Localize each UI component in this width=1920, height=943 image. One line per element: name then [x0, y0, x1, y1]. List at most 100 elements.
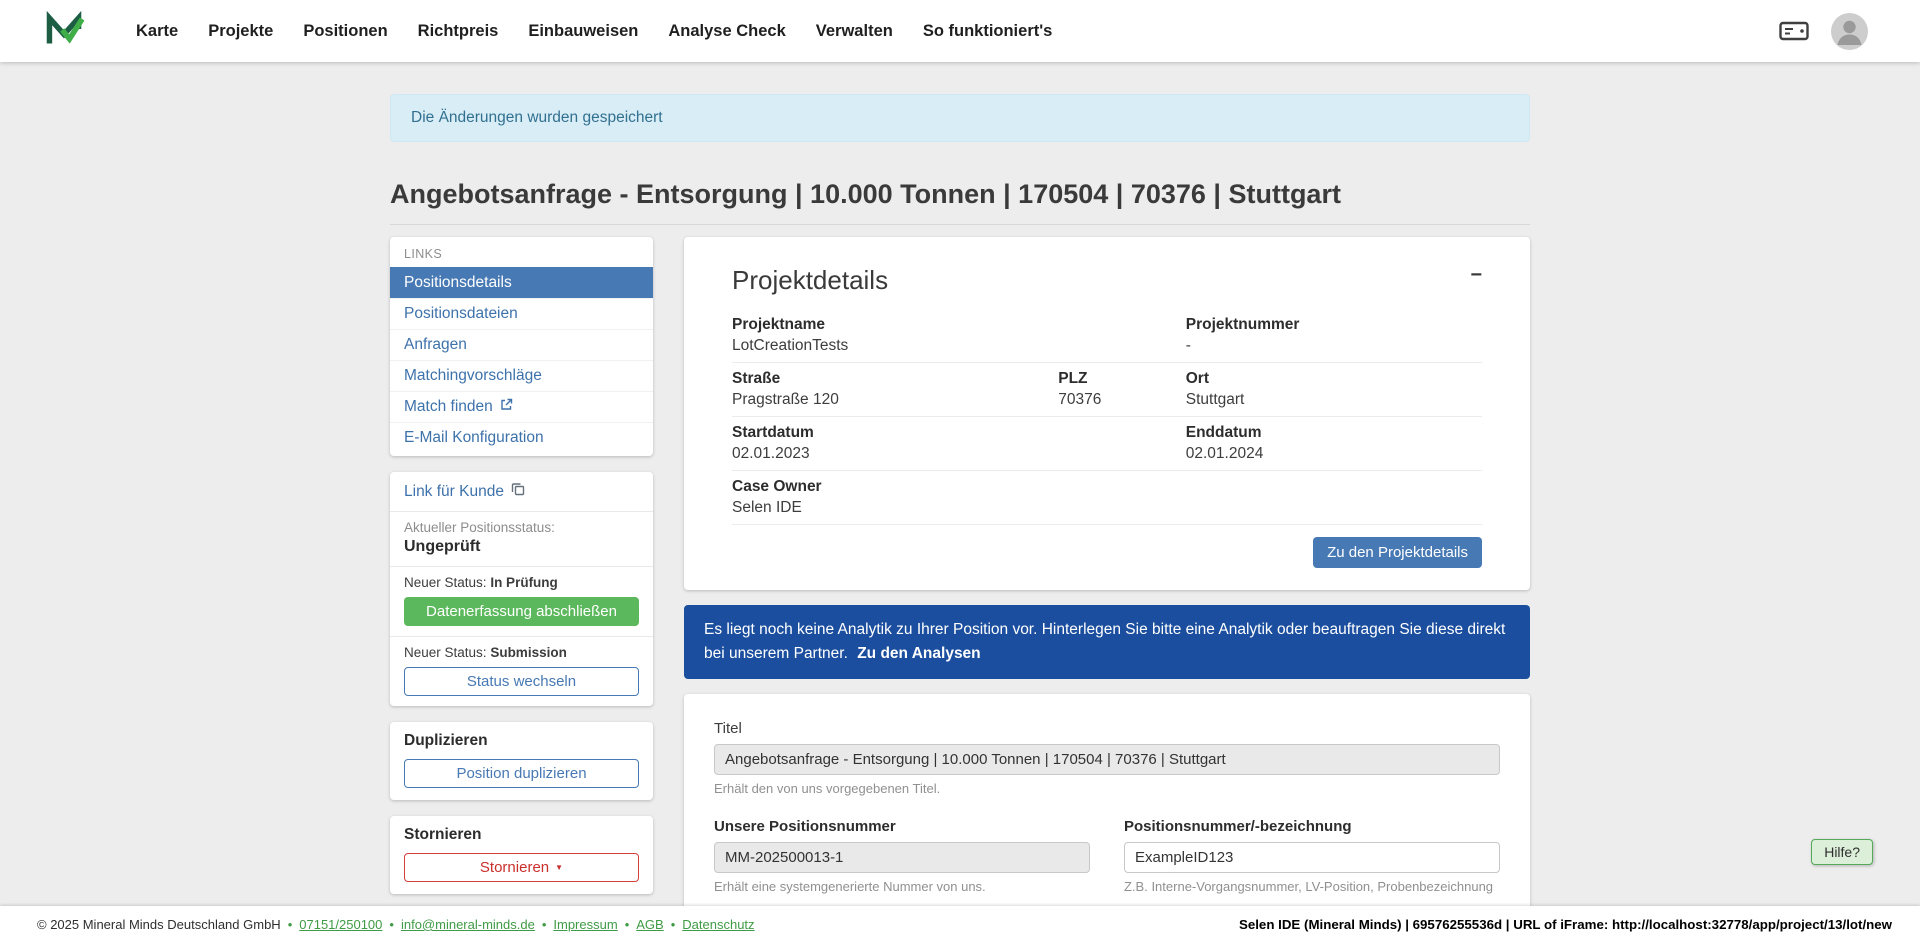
title-field: [714, 744, 1500, 775]
field-label: Enddatum: [1186, 423, 1482, 442]
sidebar-item-positionsdetails[interactable]: Positionsdetails: [390, 267, 653, 298]
nav-item-analyse-check[interactable]: Analyse Check: [668, 22, 785, 41]
field-label: Case Owner: [732, 477, 1058, 496]
project-row-2: Straße Pragstraße 120 PLZ 70376 Ort Stut…: [732, 363, 1482, 417]
nav-item-so-funktionierts[interactable]: So funktioniert's: [923, 22, 1053, 41]
complete-data-entry-button[interactable]: Datenerfassung abschließen: [404, 597, 639, 626]
field-value: 02.01.2023: [732, 444, 1058, 463]
page-title: Angebotsanfrage - Entsorgung | 10.000 To…: [390, 178, 1530, 210]
footer-session-details: (Mineral Minds) | 69576255536d | URL of …: [1304, 917, 1892, 932]
change-status-button[interactable]: Status wechseln: [404, 667, 639, 696]
field-label: Ort: [1186, 369, 1482, 388]
next-status-line-1: Neuer Status: In Prüfung: [404, 575, 639, 590]
footer-link-agb[interactable]: AGB: [618, 917, 664, 932]
footer-link-impressum[interactable]: Impressum: [535, 917, 618, 932]
customer-link[interactable]: Link für Kunde: [404, 480, 525, 501]
cancel-dropdown-button[interactable]: Stornieren ▼: [404, 853, 639, 882]
help-button[interactable]: Hilfe?: [1811, 839, 1873, 865]
sidebar-item-anfragen[interactable]: Anfragen: [390, 329, 653, 360]
user-avatar-icon[interactable]: [1831, 13, 1868, 50]
duplicate-card: Duplizieren Position duplizieren: [390, 722, 653, 800]
external-link-icon: [500, 398, 513, 416]
project-row-4: Case Owner Selen IDE: [732, 471, 1482, 525]
copy-icon: [511, 482, 525, 501]
next-status-label: Neuer Status:: [404, 645, 487, 660]
field-strasse: Straße Pragstraße 120: [732, 369, 1058, 409]
project-row-3: Startdatum 02.01.2023 Enddatum 02.01.202…: [732, 417, 1482, 471]
project-details-header: Projektdetails −: [732, 265, 1482, 295]
our-number-help: Erhält eine systemgenerierte Nummer von …: [714, 879, 1090, 894]
number-fields-row: Unsere Positionsnummer Erhält eine syste…: [714, 818, 1500, 894]
field-value: LotCreationTests: [732, 336, 1058, 355]
sidebar-item-label: Positionsdetails: [404, 274, 512, 292]
sidebar-item-label: E-Mail Konfiguration: [404, 429, 544, 447]
top-navbar: Karte Projekte Positionen Richtpreis Ein…: [0, 0, 1920, 62]
duplicate-position-button[interactable]: Position duplizieren: [404, 759, 639, 788]
footer-link-email[interactable]: info@mineral-minds.de: [382, 917, 534, 932]
mineral-minds-logo-icon: [44, 9, 84, 54]
next-status-block-1: Neuer Status: In Prüfung Datenerfassung …: [390, 567, 653, 637]
server-icon[interactable]: [1779, 20, 1809, 42]
field-label: Straße: [732, 369, 1058, 388]
field-value: Pragstraße 120: [732, 390, 1058, 409]
links-card: LINKS Positionsdetails Positionsdateien …: [390, 237, 653, 456]
next-status-value: Submission: [490, 645, 567, 660]
content-row: LINKS Positionsdetails Positionsdateien …: [390, 237, 1530, 943]
nav-item-richtpreis[interactable]: Richtpreis: [418, 22, 499, 41]
customer-link-label: Link für Kunde: [404, 483, 504, 501]
cancel-title: Stornieren: [404, 826, 639, 844]
current-status-value: Ungeprüft: [404, 538, 639, 556]
project-details-title: Projektdetails: [732, 265, 888, 295]
field-label: PLZ: [1058, 369, 1186, 388]
sidebar-item-positionsdateien[interactable]: Positionsdateien: [390, 298, 653, 329]
footer-left: © 2025 Mineral Minds Deutschland GmbH 07…: [37, 917, 755, 932]
sidebar-item-email-konfiguration[interactable]: E-Mail Konfiguration: [390, 422, 653, 453]
our-number-field: [714, 842, 1090, 873]
field-value: 02.01.2024: [1186, 444, 1482, 463]
sidebar: LINKS Positionsdetails Positionsdateien …: [390, 237, 653, 894]
field-projektnummer: Projektnummer -: [1186, 315, 1482, 355]
customer-link-block: Link für Kunde: [390, 472, 653, 512]
brand-logo[interactable]: [44, 9, 84, 54]
footer-link-datenschutz[interactable]: Datenschutz: [664, 917, 755, 932]
field-projektname: Projektname LotCreationTests: [732, 315, 1058, 355]
next-status-line-2: Neuer Status: Submission: [404, 645, 639, 660]
sidebar-item-label: Matchingvorschläge: [404, 367, 542, 385]
go-to-analyses-link[interactable]: Zu den Analysen: [857, 645, 980, 662]
custom-number-label: Positionsnummer/-bezeichnung: [1124, 818, 1500, 835]
sidebar-item-match-finden[interactable]: Match finden: [390, 391, 653, 422]
field-label: Projektname: [732, 315, 1058, 334]
sidebar-item-label: Anfragen: [404, 336, 467, 354]
cancel-button-label: Stornieren: [480, 859, 549, 876]
collapse-button[interactable]: −: [1470, 265, 1482, 285]
next-status-value: In Prüfung: [490, 575, 558, 590]
sidebar-item-matchingvorschlaege[interactable]: Matchingvorschläge: [390, 360, 653, 391]
field-value: Selen IDE: [732, 498, 1058, 517]
current-status-block: Aktueller Positionsstatus: Ungeprüft: [390, 512, 653, 567]
footer-user: Selen IDE: [1239, 917, 1300, 932]
navbar-right: [1779, 13, 1868, 50]
field-label: Startdatum: [732, 423, 1058, 442]
field-plz: PLZ 70376: [1058, 369, 1186, 409]
nav-item-projekte[interactable]: Projekte: [208, 22, 273, 41]
project-details-card: Projektdetails − Projektname LotCreation…: [684, 237, 1530, 590]
saved-alert-text: Die Änderungen wurden gespeichert: [411, 109, 663, 126]
our-number-label: Unsere Positionsnummer: [714, 818, 1090, 835]
our-number-col: Unsere Positionsnummer Erhält eine syste…: [714, 818, 1090, 894]
field-ort: Ort Stuttgart: [1186, 369, 1482, 409]
nav-item-karte[interactable]: Karte: [136, 22, 178, 41]
current-status-label: Aktueller Positionsstatus:: [404, 520, 639, 535]
nav-item-positionen[interactable]: Positionen: [303, 22, 387, 41]
footer-copyright: © 2025 Mineral Minds Deutschland GmbH: [37, 917, 281, 932]
custom-number-field[interactable]: [1124, 842, 1500, 873]
footer-link-phone[interactable]: 07151/250100: [281, 917, 383, 932]
nav-item-verwalten[interactable]: Verwalten: [816, 22, 893, 41]
project-details-footer: Zu den Projektdetails: [732, 537, 1482, 568]
field-enddatum: Enddatum 02.01.2024: [1186, 423, 1482, 463]
caret-down-icon: ▼: [555, 863, 563, 872]
custom-number-col: Positionsnummer/-bezeichnung Z.B. Intern…: [1124, 818, 1500, 894]
go-to-project-details-button[interactable]: Zu den Projektdetails: [1313, 537, 1482, 568]
footer-session-info: Selen IDE (Mineral Minds) | 69576255536d…: [1239, 917, 1892, 932]
title-field-label: Titel: [714, 720, 1500, 737]
nav-item-einbauweisen[interactable]: Einbauweisen: [528, 22, 638, 41]
